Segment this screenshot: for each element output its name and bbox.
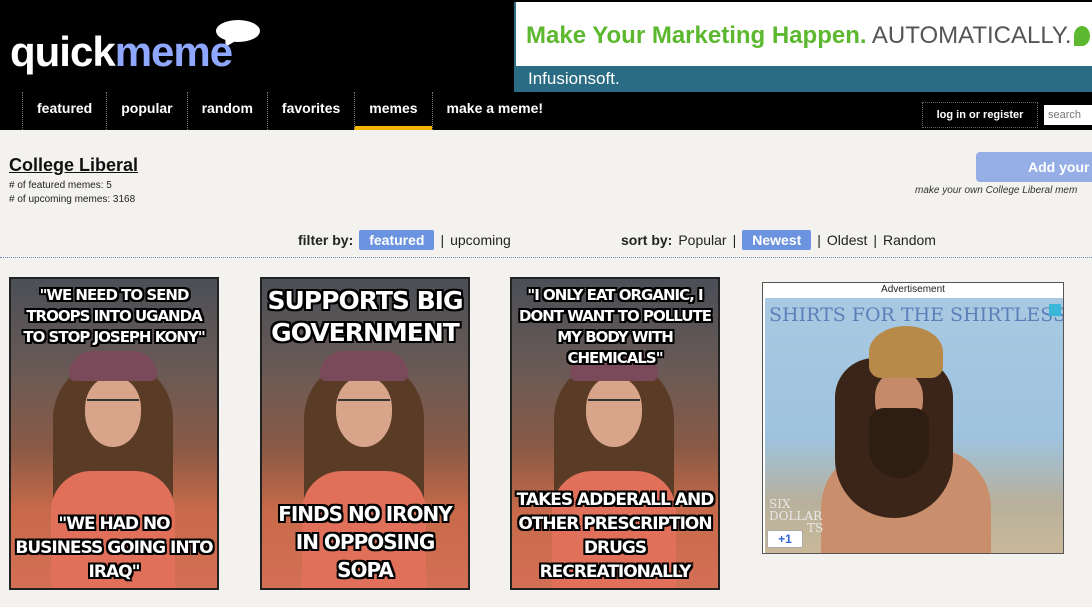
meme-top-caption: SUPPORTS BIG GOVERNMENT [267,286,464,347]
ad-headline: SHIRTS FOR THE SHIRTLESS [769,304,1063,326]
logo-part-meme: meme [114,28,233,75]
knit-hat [320,351,408,381]
sort-separator: | [732,232,737,248]
meme-thumbnail[interactable]: SUPPORTS BIG GOVERNMENT FINDS NO IRONY I… [260,277,470,590]
sort-oldest[interactable]: Oldest [827,232,867,248]
meme-top-caption: "WE NEED TO SEND TROOPS INTO UGANDA TO S… [23,286,205,346]
glasses [87,399,139,409]
meme-bottom-caption: TAKES ADDERALL AND OTHER PRESCRIPTION DR… [516,490,715,582]
ad-image[interactable]: SHIRTS FOR THE SHIRTLESS SIX DOLLAR TS +… [765,298,1063,553]
meme-thumbnail[interactable]: "WE NEED TO SEND TROOPS INTO UGANDA TO S… [9,277,219,590]
nav-featured[interactable]: featured [22,92,106,130]
banner-brand: Infusionsoft. [528,69,620,88]
section-divider [0,257,1092,258]
sort-bar: sort by: Popular | Newest | Oldest | Ran… [621,229,936,251]
banner-top: Make Your Marketing Happen. AUTOMATICALL… [516,2,1092,66]
sort-random[interactable]: Random [883,232,936,248]
meme-thumbnail[interactable]: "I ONLY EAT ORGANIC, I DONT WANT TO POLL… [510,277,720,590]
meme-top-caption: "I ONLY EAT ORGANIC, I DONT WANT TO POLL… [519,286,712,367]
main-nav: featured popular random favorites memes … [22,92,557,130]
sort-separator: | [817,232,821,248]
site-header: quickmeme Make Your Marketing Happen. AU… [0,0,1092,130]
straw-hat [869,326,943,378]
nav-popular[interactable]: popular [106,92,186,130]
sort-newest[interactable]: Newest [742,230,812,250]
face [85,377,141,447]
logo-part-quick: quick [10,28,116,75]
man-beard [869,408,929,478]
logo-text: quickmeme [10,28,233,76]
banner-headline-green: Make Your Marketing Happen. [526,22,867,49]
side-advertisement[interactable]: Advertisement SHIRTS FOR THE SHIRTLESS S… [762,282,1064,554]
ad-small-text: SIX DOLLAR TS [769,498,823,534]
sort-popular[interactable]: Popular [678,232,726,248]
banner-headline: Make Your Marketing Happen. AUTOMATICALL… [526,22,1072,50]
sort-label: sort by: [621,232,673,248]
google-plus-one-button[interactable]: +1 [767,530,803,548]
filter-label: filter by: [298,232,354,248]
upcoming-count: # of upcoming memes: 3168 [9,194,136,205]
nav-memes[interactable]: memes [354,92,432,130]
quickmeme-logo[interactable]: quickmeme [10,20,270,80]
meme-bottom-caption: "WE HAD NO BUSINESS GOING INTO IRAQ" [15,514,213,582]
adchoices-icon[interactable] [1049,304,1061,316]
sort-separator: | [873,232,878,248]
search-input[interactable] [1044,105,1092,125]
filter-upcoming[interactable]: upcoming [450,232,511,248]
add-your-meme-button[interactable]: Add your [976,152,1092,182]
nav-make-a-meme[interactable]: make a meme! [431,92,558,130]
banner-advertisement[interactable]: Make Your Marketing Happen. AUTOMATICALL… [514,2,1092,92]
face [586,377,642,447]
add-button-subtitle: make your own College Liberal mem [915,185,1078,196]
filter-featured[interactable]: featured [359,230,435,250]
meme-bottom-caption: FINDS NO IRONY IN OPPOSING SOPA [278,502,453,582]
featured-count: # of featured memes: 5 [9,180,112,191]
face [336,377,392,447]
glasses [588,399,640,409]
nav-random[interactable]: random [186,92,267,130]
filter-bar: filter by: featured | upcoming [298,229,511,251]
page-title[interactable]: College Liberal [9,155,138,176]
banner-headline-gray: AUTOMATICALLY. [871,22,1072,49]
leaf-icon [1074,26,1090,46]
login-register-link[interactable]: log in or register [922,102,1038,128]
banner-bottom: Infusionsoft. [516,66,1092,92]
ad-label: Advertisement [881,284,945,295]
filter-separator: | [440,232,445,248]
nav-favorites[interactable]: favorites [266,92,354,130]
knit-hat [69,351,157,381]
glasses [338,399,390,409]
